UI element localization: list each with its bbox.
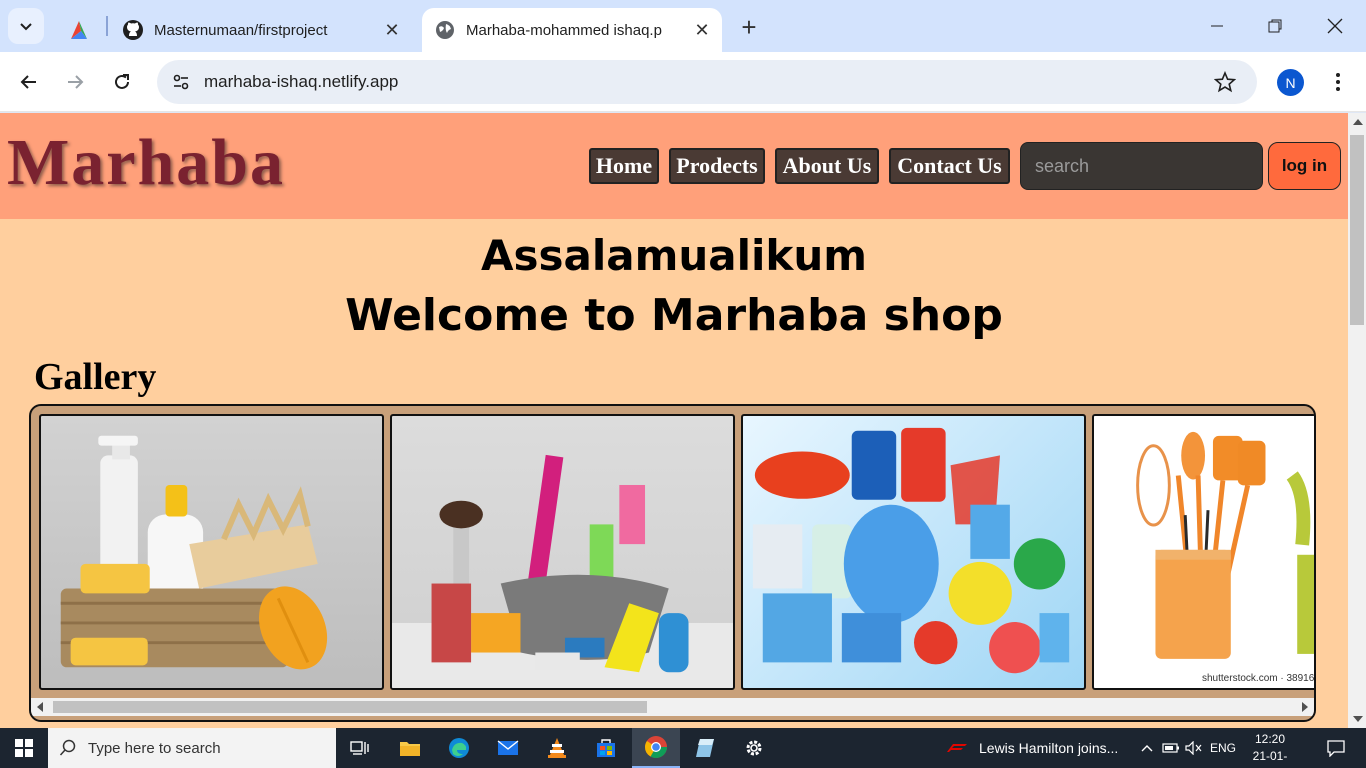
restore-button[interactable] — [1246, 0, 1304, 52]
settings-gear-icon[interactable] — [730, 728, 778, 768]
image-watermark: shutterstock.com · 38916 — [1202, 673, 1315, 684]
nav-contact-link[interactable]: Contact Us — [889, 148, 1010, 184]
gallery-horizontal-scrollbar[interactable] — [31, 698, 1314, 716]
reload-icon — [115, 74, 129, 89]
tab-marhaba[interactable]: Marhaba-mohammed ishaq.p ✕ — [422, 8, 722, 52]
clock-date: 21-01-2025 — [1252, 749, 1288, 768]
bookmark-star-icon[interactable] — [1205, 62, 1245, 102]
address-bar[interactable]: marhaba-ishaq.netlify.app — [157, 60, 1257, 104]
site-info-icon[interactable] — [161, 62, 201, 102]
f1-logo-icon — [947, 744, 967, 752]
nav-home-link[interactable]: Home — [589, 148, 659, 184]
clock-time: 12:20 — [1254, 732, 1286, 746]
page-viewport: Marhaba Home Prodects About Us Contact U… — [0, 113, 1348, 728]
notifications-icon[interactable] — [1316, 728, 1356, 768]
window-close-button[interactable] — [1306, 0, 1364, 52]
close-tab-icon[interactable]: ✕ — [688, 16, 716, 44]
task-view-icon[interactable] — [336, 728, 384, 768]
pinned-tab[interactable] — [56, 8, 102, 52]
tab-github[interactable]: Masternumaan/firstproject ✕ — [112, 8, 412, 52]
tab-separator — [106, 16, 108, 36]
search-icon — [48, 739, 88, 757]
page-vertical-scrollbar[interactable] — [1348, 113, 1366, 728]
back-button[interactable] — [11, 64, 47, 100]
scroll-down-icon[interactable] — [1353, 716, 1363, 722]
gallery-image-cleaning-supplies[interactable] — [390, 414, 735, 690]
scroll-up-icon[interactable] — [1353, 119, 1363, 125]
reload-button[interactable] — [104, 64, 140, 100]
windows-logo-icon — [15, 739, 33, 757]
store-icon[interactable] — [582, 728, 630, 768]
gallery-image-kitchen-utensils[interactable]: shutterstock.com · 38916 — [1092, 414, 1315, 690]
chevron-down-icon — [20, 23, 32, 31]
news-headline: Lewis Hamilton joins... — [979, 740, 1119, 756]
greeting-heading: Assalamualikum — [481, 231, 867, 280]
windows-taskbar: Type here to search Lewis Hamilton joins… — [0, 728, 1366, 768]
minimize-button[interactable] — [1188, 0, 1246, 52]
url-text[interactable]: marhaba-ishaq.netlify.app — [204, 72, 1205, 92]
arrow-right-icon — [68, 75, 84, 89]
edge-browser-icon[interactable] — [435, 728, 483, 768]
scroll-left-icon[interactable] — [37, 702, 43, 712]
more-options-icon[interactable] — [1322, 66, 1354, 98]
battery-icon[interactable] — [1160, 728, 1182, 768]
site-header: Marhaba Home Prodects About Us Contact U… — [0, 113, 1348, 219]
scrollbar-thumb[interactable] — [53, 701, 647, 713]
news-widget[interactable]: Lewis Hamilton joins... — [945, 728, 1118, 768]
minimize-icon — [1211, 25, 1223, 27]
welcome-heading: Welcome to Marhaba shop — [345, 290, 1003, 341]
site-search-input[interactable] — [1020, 142, 1263, 190]
close-icon — [1327, 18, 1343, 34]
tab-search-button[interactable] — [8, 8, 44, 44]
login-button[interactable]: log in — [1268, 142, 1341, 190]
gallery-title: Gallery — [34, 356, 157, 398]
github-icon — [122, 19, 144, 41]
vlc-icon[interactable] — [533, 728, 581, 768]
pinned-app-icon — [71, 21, 87, 39]
tab-title: Marhaba-mohammed ishaq.p — [466, 21, 662, 39]
close-tab-icon[interactable]: ✕ — [378, 16, 406, 44]
nav-about-link[interactable]: About Us — [775, 148, 879, 184]
volume-muted-icon[interactable] — [1183, 728, 1205, 768]
gallery-image-cleaning-brushes[interactable] — [39, 414, 384, 690]
new-tab-button[interactable]: + — [732, 12, 766, 42]
nav-products-link[interactable]: Prodects — [669, 148, 765, 184]
start-button[interactable] — [0, 728, 48, 768]
language-indicator[interactable]: ENG — [1208, 728, 1238, 768]
browser-toolbar: marhaba-ishaq.netlify.app N — [0, 52, 1366, 112]
notes-app-icon[interactable] — [681, 728, 729, 768]
scroll-right-icon[interactable] — [1302, 702, 1308, 712]
scrollbar-thumb[interactable] — [1350, 135, 1364, 325]
globe-icon — [434, 19, 456, 41]
tab-title: Masternumaan/firstproject — [154, 21, 328, 39]
forward-button[interactable] — [57, 64, 93, 100]
taskbar-search-placeholder: Type here to search — [88, 739, 221, 757]
arrow-left-icon — [20, 75, 36, 89]
tray-chevron-up-icon[interactable] — [1138, 728, 1156, 768]
restore-icon — [1268, 19, 1282, 33]
file-explorer-icon[interactable] — [386, 728, 434, 768]
gallery-container: shutterstock.com · 38916 — [29, 404, 1316, 722]
taskbar-clock[interactable]: 12:20 21-01-2025 — [1240, 731, 1300, 768]
taskbar-search[interactable]: Type here to search — [48, 728, 336, 768]
chrome-icon[interactable] — [632, 728, 680, 768]
mail-icon[interactable] — [484, 728, 532, 768]
site-logo[interactable]: Marhaba — [7, 125, 285, 201]
gallery-image-plastic-items[interactable] — [741, 414, 1086, 690]
browser-tabstrip: Masternumaan/firstproject ✕ Marhaba-moha… — [0, 0, 1366, 52]
profile-avatar[interactable]: N — [1277, 69, 1304, 96]
